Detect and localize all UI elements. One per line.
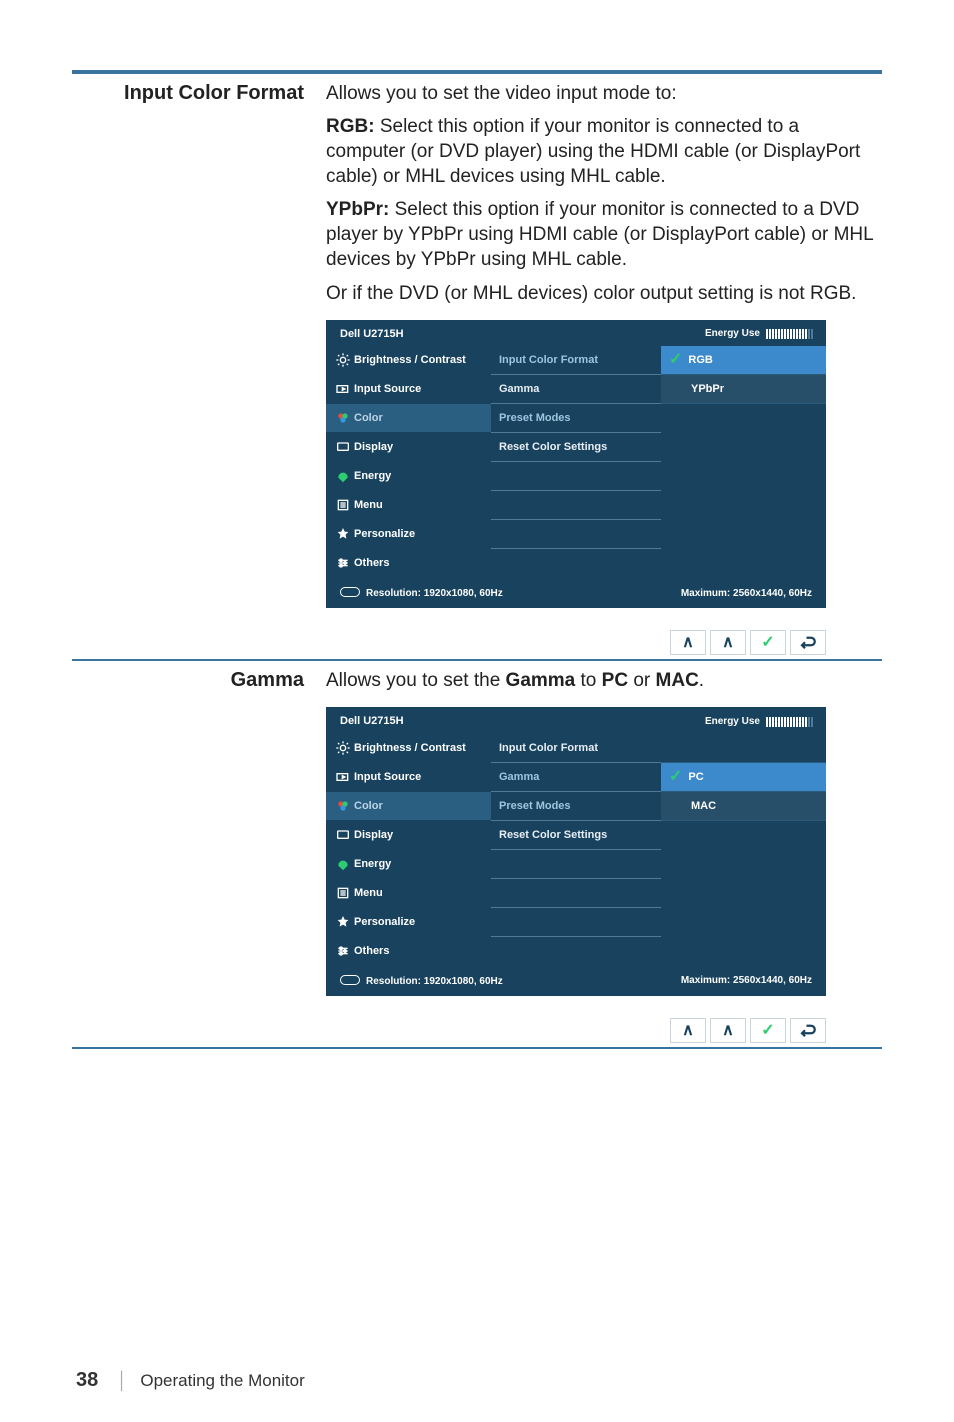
mid-preset-modes[interactable]: Preset Modes [491, 792, 661, 821]
color-icon [332, 410, 354, 426]
nav-confirm-button[interactable]: ✓ [750, 630, 786, 655]
opt-mac[interactable]: MAC [661, 792, 826, 821]
menu-display[interactable]: Display [326, 821, 491, 850]
gamma-intro: Allows you to set the Gamma to PC or MAC… [326, 668, 882, 693]
mid-reset-color[interactable]: Reset Color Settings [491, 433, 661, 462]
section-gamma: Gamma Allows you to set the Gamma to PC … [72, 659, 882, 1047]
osd-right-menu: ✓ PC MAC [661, 734, 826, 966]
osd-mid-menu: Input Color Format Gamma Preset Modes Re… [491, 346, 661, 578]
osd-footer: Resolution: 1920x1080, 60Hz Maximum: 256… [326, 966, 826, 996]
section-label: Gamma [72, 668, 326, 1047]
menu-input-source[interactable]: Input Source [326, 763, 491, 792]
energy-use: Energy Use [705, 327, 814, 342]
resolution-icon [340, 975, 360, 985]
nav-down-button[interactable]: ∧ [710, 630, 746, 655]
osd-left-menu: Brightness / Contrast Input Source Color… [326, 346, 491, 578]
osd-title: Dell U2715H [340, 327, 404, 342]
opt-ypbpr[interactable]: YPbPr [661, 375, 826, 404]
menu-color[interactable]: Color [326, 404, 491, 433]
osd-button-row: ∧ ∧ ✓ [326, 626, 830, 659]
mid-input-color-format[interactable]: Input Color Format [491, 346, 661, 375]
nav-confirm-button[interactable]: ✓ [750, 1018, 786, 1043]
resolution-icon [340, 587, 360, 597]
display-icon [332, 439, 354, 455]
menu-personalize[interactable]: Personalize [326, 908, 491, 937]
input-source-icon [332, 769, 354, 785]
chapter-name: Operating the Monitor [140, 1371, 304, 1390]
menu-others[interactable]: Others [326, 549, 491, 578]
menu-input-source[interactable]: Input Source [326, 375, 491, 404]
nav-up-button[interactable]: ∧ [670, 1018, 706, 1043]
others-icon [332, 943, 354, 959]
osd-title: Dell U2715H [340, 714, 404, 729]
section-description: Allows you to set the video input mode t… [326, 81, 882, 659]
osd-button-row: ∧ ∧ ✓ [326, 1014, 830, 1047]
menu-brightness[interactable]: Brightness / Contrast [326, 734, 491, 763]
mid-input-color-format[interactable]: Input Color Format [491, 734, 661, 763]
ypbpr-text: YPbPr: Select this option if your monito… [326, 197, 882, 272]
color-icon [332, 798, 354, 814]
mid-preset-modes[interactable]: Preset Modes [491, 404, 661, 433]
section-description: Allows you to set the Gamma to PC or MAC… [326, 668, 882, 1047]
mid-gamma[interactable]: Gamma [491, 375, 661, 404]
nav-back-button[interactable] [790, 630, 826, 655]
menu-icon [332, 497, 354, 513]
input-source-icon [332, 381, 354, 397]
page-footer: 38 │ Operating the Monitor [72, 1369, 882, 1392]
mid-gamma[interactable]: Gamma [491, 763, 661, 792]
menu-energy[interactable]: Energy [326, 850, 491, 879]
star-icon [332, 526, 354, 542]
osd-footer: Resolution: 1920x1080, 60Hz Maximum: 256… [326, 578, 826, 608]
menu-brightness[interactable]: Brightness / Contrast [326, 346, 491, 375]
intro-text: Allows you to set the video input mode t… [326, 81, 882, 106]
osd-right-menu: ✓ RGB YPbPr [661, 346, 826, 578]
extra-text: Or if the DVD (or MHL devices) color out… [326, 281, 882, 306]
nav-down-button[interactable]: ∧ [710, 1018, 746, 1043]
osd-screenshot-input-color: Dell U2715H Energy Use Brightness / Cont… [326, 320, 826, 609]
star-icon [332, 914, 354, 930]
rgb-label: RGB: [326, 116, 375, 137]
menu-display[interactable]: Display [326, 433, 491, 462]
energy-icon [332, 856, 354, 872]
nav-up-button[interactable]: ∧ [670, 630, 706, 655]
brightness-icon [332, 352, 354, 368]
energy-bar-icon [766, 717, 814, 727]
menu-menu[interactable]: Menu [326, 491, 491, 520]
section-input-color-format: Input Color Format Allows you to set the… [72, 72, 882, 659]
menu-energy[interactable]: Energy [326, 462, 491, 491]
ypbpr-label: YPbPr: [326, 199, 389, 220]
energy-use: Energy Use [705, 714, 814, 729]
menu-personalize[interactable]: Personalize [326, 520, 491, 549]
energy-bar-icon [766, 329, 814, 339]
menu-icon [332, 885, 354, 901]
brightness-icon [332, 740, 354, 756]
osd-left-menu: Brightness / Contrast Input Source Color… [326, 734, 491, 966]
menu-others[interactable]: Others [326, 937, 491, 966]
menu-menu[interactable]: Menu [326, 879, 491, 908]
others-icon [332, 555, 354, 571]
opt-pc[interactable]: ✓ PC [661, 763, 826, 792]
menu-color[interactable]: Color [326, 792, 491, 821]
mid-reset-color[interactable]: Reset Color Settings [491, 821, 661, 850]
nav-back-button[interactable] [790, 1018, 826, 1043]
display-icon [332, 827, 354, 843]
osd-mid-menu: Input Color Format Gamma Preset Modes Re… [491, 734, 661, 966]
energy-icon [332, 468, 354, 484]
page-number: 38 [76, 1369, 98, 1391]
osd-screenshot-gamma: Dell U2715H Energy Use Brightness / Cont… [326, 707, 826, 996]
opt-rgb[interactable]: ✓ RGB [661, 346, 826, 375]
rgb-text: RGB: Select this option if your monitor … [326, 114, 882, 189]
section-label: Input Color Format [72, 81, 326, 659]
